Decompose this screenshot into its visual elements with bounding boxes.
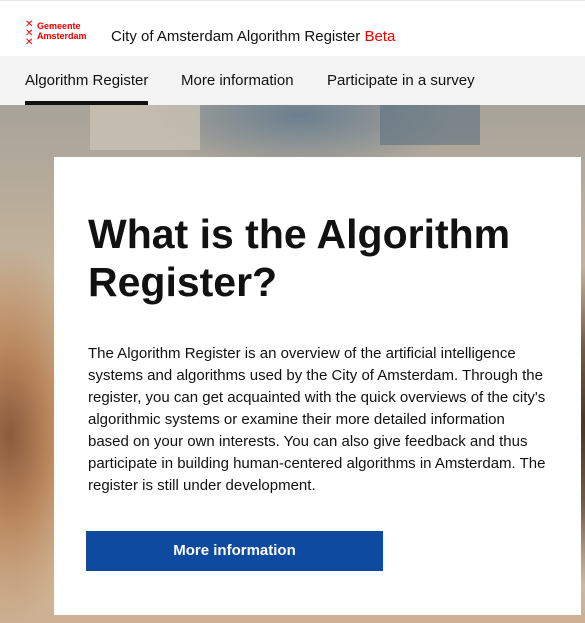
site-header: ✕ ✕ ✕ Gemeente Amsterdam City of Amsterdam… <box>0 0 585 56</box>
nav-item-algorithm-register[interactable]: Algorithm Register <box>25 72 149 105</box>
main-navigation: Algorithm Register More information Part… <box>0 56 585 105</box>
page-title: What is the Algorithm Register? <box>88 211 511 305</box>
hero-image-detail <box>90 105 200 150</box>
logo-text: Gemeente Amsterdam <box>37 21 87 41</box>
gemeente-amsterdam-logo[interactable]: ✕ ✕ ✕ Gemeente Amsterdam <box>25 20 95 50</box>
amsterdam-crosses-icon: ✕ ✕ ✕ <box>25 19 34 48</box>
site-title[interactable]: City of Amsterdam Algorithm Register Bet… <box>111 28 395 46</box>
logo-line-1: Gemeente <box>37 21 81 31</box>
nav-item-participate-survey[interactable]: Participate in a survey <box>327 72 475 90</box>
hero-image-detail <box>380 105 480 145</box>
nav-item-more-information[interactable]: More information <box>181 72 294 90</box>
intro-card: What is the Algorithm Register? The Algo… <box>54 157 581 615</box>
site-title-text: City of Amsterdam Algorithm Register <box>111 28 361 45</box>
intro-paragraph: The Algorithm Register is an overview of… <box>88 345 546 494</box>
logo-line-2: Amsterdam <box>37 31 87 41</box>
more-information-button[interactable]: More information <box>86 531 383 571</box>
beta-badge: Beta <box>364 28 396 45</box>
